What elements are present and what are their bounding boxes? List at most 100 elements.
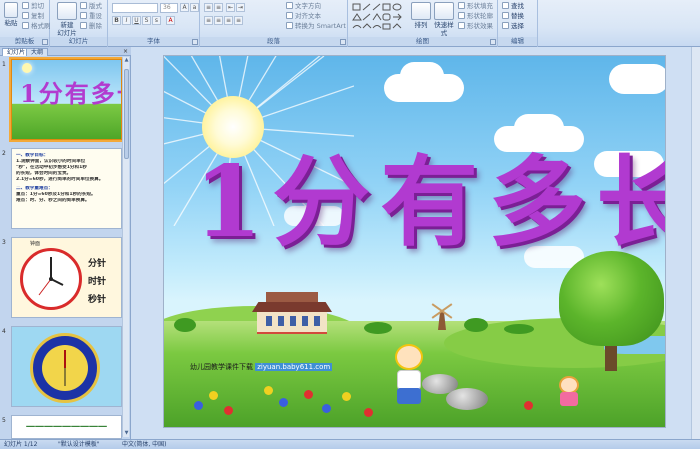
smartart-icon	[286, 22, 293, 29]
bush	[364, 322, 392, 334]
slide-thumbnail-1[interactable]: 1分有多长	[9, 57, 124, 142]
smartart-button[interactable]: 转换为 SmartArt	[286, 22, 346, 31]
grow-font-icon[interactable]: A	[180, 3, 189, 12]
girl-icon	[556, 376, 582, 406]
flower	[264, 386, 273, 395]
editing-group-label: 编辑	[498, 37, 537, 46]
font-group: 36 A a B I U S s A 字体	[108, 0, 200, 47]
shape-effects-button[interactable]: 形状效果	[458, 22, 493, 31]
smartart-label: 转换为 SmartArt	[295, 22, 346, 30]
ribbon: 粘贴 剪切 复制 格式刷 剪贴板 新建 幻灯片 版式 重设 删除 幻灯片 36 …	[0, 0, 700, 47]
rock	[446, 388, 488, 410]
cloud	[514, 114, 564, 142]
drawing-launcher-icon[interactable]	[490, 39, 496, 45]
delete-button[interactable]: 删除	[80, 22, 102, 31]
copy-label: 复制	[31, 12, 44, 20]
paste-button[interactable]: 粘贴	[2, 2, 20, 27]
underline-icon[interactable]: U	[132, 16, 141, 25]
house-icon	[252, 292, 332, 336]
copy-button[interactable]: 复制	[22, 12, 44, 21]
new-slide-button[interactable]: 新建 幻灯片	[54, 2, 80, 37]
shapes-gallery-icon[interactable]	[352, 3, 404, 31]
font-launcher-icon[interactable]	[192, 39, 198, 45]
slide-title[interactable]: 1分有多长	[194, 148, 665, 258]
watermark-text: 幼儿园教学课件下载	[190, 363, 253, 371]
slides-group: 新建 幻灯片 版式 重设 删除 幻灯片	[50, 0, 108, 47]
text-direction-button[interactable]: 文字方向	[286, 2, 321, 11]
layout-label: 版式	[89, 2, 102, 10]
paste-icon	[4, 2, 18, 18]
clipboard-launcher-icon[interactable]	[42, 39, 48, 45]
tab-outline[interactable]: 大纲	[26, 48, 49, 56]
arrange-button[interactable]: 排列	[410, 2, 432, 29]
pane-tabs: 幻灯片 大纲 ×	[0, 47, 131, 56]
strikethrough-icon[interactable]: S	[142, 16, 151, 25]
watermark: 幼儿园教学课件下载 ziyuan.baby611.com	[190, 362, 333, 372]
font-name-combo[interactable]	[112, 3, 158, 13]
align-text-button[interactable]: 对齐文本	[286, 12, 321, 21]
layout-button[interactable]: 版式	[80, 2, 102, 11]
scroll-thumb[interactable]	[124, 69, 129, 159]
flower	[322, 404, 331, 413]
reset-label: 重设	[89, 12, 102, 20]
align-text-label: 对齐文本	[295, 12, 321, 20]
slide-thumbnail-2[interactable]: 一、教学目标： 1.观察钟面，认识较小的时间单位 "秒"，在活动中初步感受1分和…	[11, 148, 122, 229]
slide-canvas[interactable]: 1分有多长 幼儿园教学课件下载 ziyuan.baby611.com	[163, 55, 666, 428]
editing-group: 查找 替换 选择 编辑	[498, 0, 538, 47]
scroll-up-icon[interactable]: ▲	[123, 57, 130, 64]
language[interactable]: 中文(简体, 中国)	[122, 441, 167, 449]
fill-icon	[458, 2, 465, 9]
new-slide-label: 新建 幻灯片	[57, 21, 77, 37]
italic-icon[interactable]: I	[122, 16, 131, 25]
slide-thumbnail-4[interactable]	[11, 326, 122, 407]
slides-pane: 幻灯片 大纲 × 1 1分有多长 2 一、教学目标： 1.观察钟面，认识较小的时…	[0, 47, 131, 439]
cut-button[interactable]: 剪切	[22, 2, 44, 11]
font-size-combo[interactable]: 36	[160, 3, 178, 13]
new-slide-icon	[57, 2, 77, 20]
close-icon[interactable]: ×	[123, 48, 128, 55]
shape-fill-button[interactable]: 形状填充	[458, 2, 493, 11]
flower	[194, 401, 203, 410]
reset-button[interactable]: 重设	[80, 12, 102, 21]
quick-styles-button[interactable]: 快速样式	[432, 2, 456, 37]
format-painter-button[interactable]: 格式刷	[22, 22, 51, 31]
slides-pane-scrollbar[interactable]: ▲ ▼	[122, 57, 129, 437]
decrease-indent-icon[interactable]: ⇤	[226, 3, 235, 12]
bold-icon[interactable]: B	[112, 16, 121, 25]
replace-button[interactable]: 替换	[502, 12, 524, 21]
slide-thumbnail-5[interactable]: 一一一一一一一一一	[11, 415, 122, 439]
slide-thumbnail-3[interactable]: 钟面 分针 时针 秒针	[11, 237, 122, 318]
find-icon	[502, 2, 509, 9]
thumbnail-title: 1分有多长	[20, 79, 121, 108]
align-right-icon[interactable]: ≡	[224, 16, 233, 25]
select-label: 选择	[511, 22, 524, 30]
shrink-font-icon[interactable]: a	[190, 3, 199, 12]
minute-hand-label: 分针	[88, 259, 107, 269]
shadow-icon[interactable]: s	[152, 16, 161, 25]
increase-indent-icon[interactable]: ⇥	[236, 3, 245, 12]
align-left-icon[interactable]: ≡	[204, 16, 213, 25]
slide-scrollbar[interactable]	[691, 47, 700, 439]
slide-number: 1	[2, 61, 6, 68]
watermark-url: ziyuan.baby611.com	[255, 363, 333, 371]
select-button[interactable]: 选择	[502, 22, 524, 31]
align-text-icon	[286, 12, 293, 19]
hour-hand-label: 时针	[88, 277, 107, 287]
reset-icon	[80, 12, 87, 19]
drawing-group: 排列 快速样式 形状填充 形状轮廓 形状效果 绘图	[348, 0, 498, 47]
font-color-icon[interactable]: A	[166, 16, 175, 25]
scroll-down-icon[interactable]: ▼	[123, 430, 130, 437]
theme-name[interactable]: "默认设计模板"	[58, 441, 100, 449]
find-button[interactable]: 查找	[502, 2, 524, 11]
align-center-icon[interactable]: ≡	[214, 16, 223, 25]
shape-outline-button[interactable]: 形状轮廓	[458, 12, 493, 21]
bullets-icon[interactable]: ≡	[204, 3, 213, 12]
clipboard-group: 粘贴 剪切 复制 格式刷 剪贴板	[0, 0, 51, 47]
select-icon	[502, 22, 509, 29]
outline-icon	[458, 12, 465, 19]
justify-icon[interactable]: ≡	[234, 16, 243, 25]
paragraph-launcher-icon[interactable]	[340, 39, 346, 45]
numbering-icon[interactable]: ≡	[214, 3, 223, 12]
flower	[364, 408, 373, 417]
slides-group-label: 幻灯片	[50, 37, 107, 46]
